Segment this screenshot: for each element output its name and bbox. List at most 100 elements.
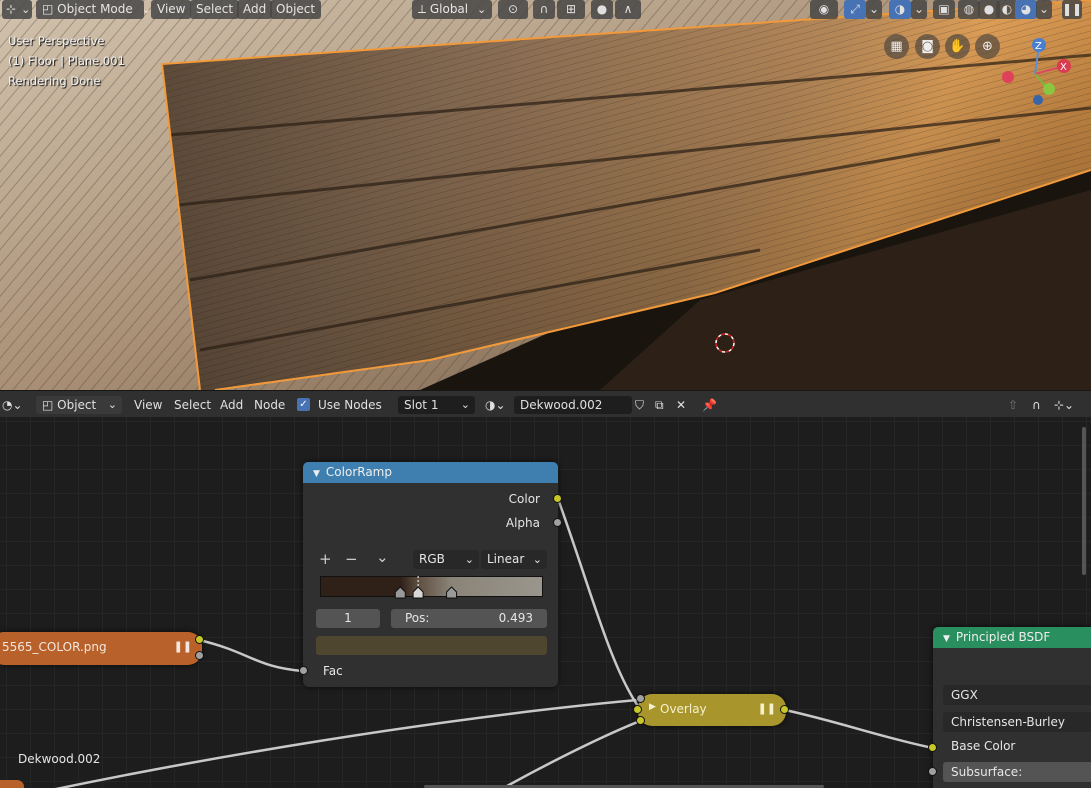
pin-button[interactable]: 📌 (702, 396, 717, 414)
overlay-output-socket[interactable] (780, 705, 789, 714)
colorramp-alpha-label: Alpha (505, 516, 540, 530)
base-color-socket[interactable] (928, 743, 937, 752)
falloff-icon: ∧ (623, 2, 633, 16)
shader-type-dropdown[interactable]: ◰ Object (36, 396, 122, 414)
proportional-icon: ● (596, 2, 608, 16)
visibility-button[interactable]: ◉ (810, 0, 838, 19)
gizmo-toggle[interactable]: ⤢ (844, 0, 866, 19)
grid-icon: ▦ (890, 39, 903, 54)
viewport-header: ⊹ ◰ Object Mode View Select Add Object ⟂… (0, 0, 1091, 20)
principled-bsdf-header[interactable]: ▼ Principled BSDF (933, 627, 1091, 648)
navigation-gizmo[interactable]: Z X (998, 34, 1073, 109)
shading-wireframe[interactable]: ◍ (958, 0, 980, 19)
fake-user-button[interactable]: ⛉ (635, 396, 644, 414)
snap-element-dropdown[interactable]: ⊹⌄ (1054, 396, 1074, 414)
collapse-triangle-icon[interactable]: ▼ (313, 469, 320, 479)
falloff-button[interactable]: ∧ (615, 0, 641, 19)
snap-target-button[interactable]: ⊞ (557, 0, 585, 19)
colorramp-color-socket[interactable] (553, 494, 562, 503)
color-mode-dropdown[interactable]: RGB (413, 550, 479, 569)
overlay-toggle[interactable]: ◑ (889, 0, 911, 19)
overlay-color2-socket[interactable] (636, 716, 645, 725)
material-name-field[interactable]: Dekwood.002 (514, 396, 632, 414)
distribution-dropdown[interactable]: GGX (943, 685, 1091, 705)
camera-view-button[interactable]: ◙ (915, 34, 940, 59)
vertical-scrollbar[interactable] (1082, 427, 1086, 575)
sidebar-toggle[interactable]: ❚❚ (1062, 0, 1082, 19)
colorramp-header[interactable]: ▼ ColorRamp (303, 462, 558, 483)
add-stop-button[interactable]: + (319, 550, 332, 568)
overlay-title: Overlay (660, 702, 707, 716)
pivot-point-button[interactable]: ⊙ (498, 0, 528, 19)
node-menu-node[interactable]: Node (254, 396, 285, 414)
overlay-fac-socket[interactable] (636, 694, 645, 703)
overlay-icon: ◑ (894, 2, 906, 16)
node-collapse-icon[interactable]: ❚❚ (174, 640, 192, 653)
collapse-triangle-icon[interactable]: ▼ (943, 634, 950, 644)
colorramp-node[interactable]: ▼ColorRamp Color Alpha + − ⌄ RGB Linear … (303, 462, 558, 687)
subsurface-field[interactable]: Subsurface: (943, 762, 1091, 782)
colorramp-title: ColorRamp (325, 465, 392, 479)
overlay-dropdown[interactable]: ⌄ (911, 0, 927, 19)
interpolation-dropdown[interactable]: Linear (481, 550, 547, 569)
editor-type-button[interactable]: ⊹ (2, 0, 32, 19)
remove-stop-button[interactable]: − (345, 550, 358, 568)
ramp-stop-marker[interactable] (412, 586, 424, 599)
image-color-socket[interactable] (195, 635, 204, 644)
transform-orientation-dropdown[interactable]: ⟂ Global (412, 0, 492, 19)
node-menu-view[interactable]: View (134, 396, 162, 414)
mode-dropdown[interactable]: ◰ Object Mode (36, 0, 144, 19)
menu-view[interactable]: View (151, 0, 192, 19)
menu-select[interactable]: Select (190, 0, 240, 19)
gizmo-dropdown[interactable]: ⌄ (866, 0, 882, 19)
image-texture-node[interactable]: 5565_COLOR.png ❚❚ (0, 632, 202, 665)
zoom-view-button[interactable]: ⊕ (975, 34, 1000, 59)
snap-toggle[interactable]: ∩ (533, 0, 555, 19)
xray-toggle[interactable]: ▣ (933, 0, 955, 19)
snap-toggle[interactable]: ∩ (1032, 396, 1041, 414)
editor-type-button[interactable]: ◔⌄ (2, 396, 23, 414)
toggle-camera-view-button[interactable]: ▦ (884, 34, 909, 59)
partial-node[interactable] (0, 780, 24, 788)
chevron-down-icon: ⌄ (913, 2, 925, 16)
overlay-color1-socket[interactable] (633, 705, 642, 714)
menu-object[interactable]: Object (270, 0, 322, 19)
ramp-stop-marker[interactable] (446, 586, 458, 599)
stop-color-swatch[interactable] (316, 636, 547, 655)
xray-icon: ▣ (938, 2, 950, 16)
principled-bsdf-node[interactable]: ▼ Principled BSDF GGX Christensen-Burley … (933, 627, 1091, 788)
subsurface-socket[interactable] (928, 767, 937, 776)
distribution-label: GGX (951, 688, 978, 702)
ramp-stops[interactable] (320, 576, 543, 612)
colorramp-fac-socket[interactable] (299, 666, 308, 675)
duplicate-material-button[interactable]: ⧉ (655, 396, 664, 414)
link-from-below-to-overlay (500, 719, 641, 788)
shading-rendered[interactable]: ◕ (1015, 0, 1037, 19)
unlink-material-button[interactable]: ✕ (676, 396, 686, 414)
node-collapse-icon[interactable]: ❚❚ (758, 702, 776, 715)
colorramp-alpha-socket[interactable] (553, 518, 562, 527)
active-stop-index-field[interactable]: 1 (316, 609, 380, 628)
menu-add[interactable]: Add (237, 0, 273, 19)
parent-node-tree-button[interactable]: ⇧ (1008, 396, 1018, 414)
subsurface-method-dropdown[interactable]: Christensen-Burley (943, 712, 1091, 732)
image-alpha-socket[interactable] (195, 651, 204, 660)
node-menu-select[interactable]: Select (174, 396, 211, 414)
position-field[interactable]: Pos: 0.493 (391, 609, 547, 628)
expand-triangle-icon[interactable]: ▶ (649, 702, 656, 712)
ramp-stop-marker[interactable] (394, 586, 406, 599)
chevron-down-icon: ⌄ (1038, 2, 1050, 16)
ramp-menu-button[interactable]: ⌄ (376, 548, 389, 566)
material-sphere-icon: ◑⌄ (485, 398, 506, 412)
use-nodes-checkbox[interactable]: ✓ (297, 398, 310, 411)
3d-viewport[interactable]: ⊹ ◰ Object Mode View Select Add Object ⟂… (0, 0, 1091, 390)
material-browse-button[interactable]: ◑⌄ (485, 396, 506, 414)
shading-dropdown[interactable]: ⌄ (1036, 0, 1052, 19)
node-menu-add[interactable]: Add (220, 396, 243, 414)
pan-view-button[interactable]: ✋ (945, 34, 970, 59)
pause-icon: ❚❚ (1062, 2, 1083, 16)
node-canvas[interactable]: 5565_COLOR.png ❚❚ ▼ ColorRamp Color Alpha… (0, 417, 1091, 788)
proportional-edit-toggle[interactable]: ● (591, 0, 613, 19)
slot-dropdown[interactable]: Slot 1 (398, 396, 475, 414)
overlay-node[interactable]: ▶ Overlay ❚❚ (638, 694, 786, 726)
